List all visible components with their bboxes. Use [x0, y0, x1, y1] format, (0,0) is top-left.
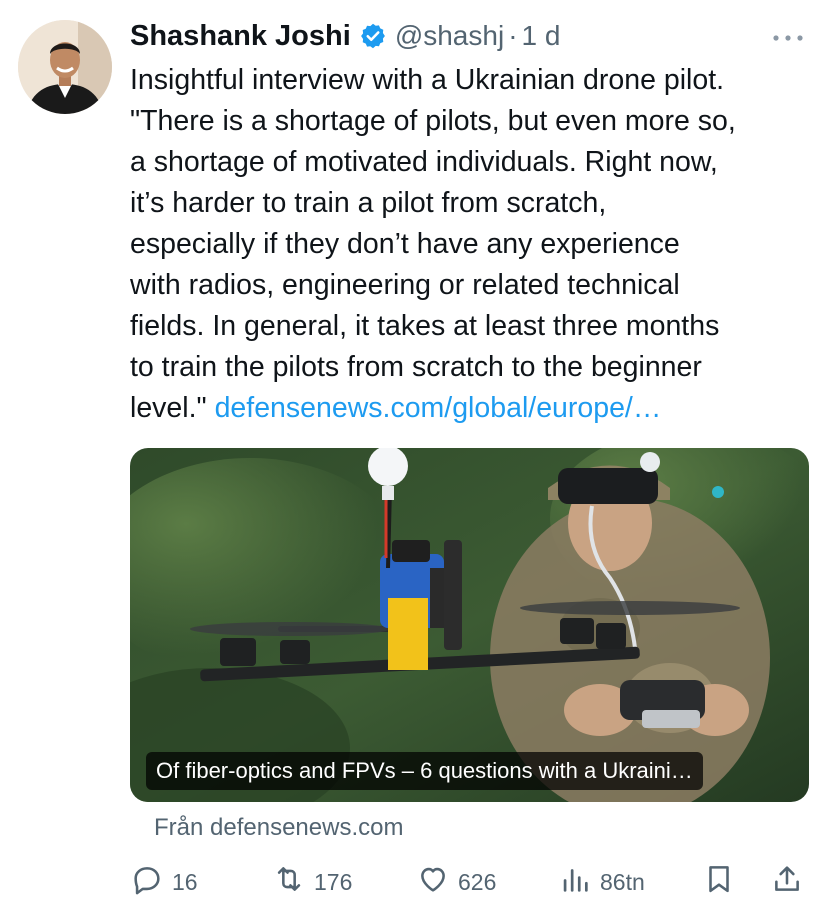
views-count: 86tn — [600, 868, 645, 895]
tweet-text-line: especially if they don’t have any experi… — [130, 228, 680, 260]
retweet-count: 176 — [314, 868, 353, 895]
reply-button[interactable]: 16 — [130, 860, 198, 904]
tweet-text-last-line: level." defensenews.com/global/europe/… — [130, 388, 820, 429]
tweet-text-line: "There is a shortage of pilots, but even… — [130, 105, 736, 137]
tweet-text-line: it’s harder to train a pilot from scratc… — [130, 187, 607, 219]
views-chart-icon — [558, 862, 592, 902]
tweet-text: Insightful interview with a Ukrainian dr… — [130, 60, 820, 429]
retweet-icon — [272, 862, 306, 902]
article-link[interactable]: defensenews.com/global/europe/… — [215, 392, 662, 424]
like-count: 626 — [458, 868, 497, 895]
bookmark-icon — [702, 862, 736, 902]
tweet-header: Shashank Joshi @shashj · 1 d — [130, 14, 808, 58]
tweet-actions: 16 176 626 86tn — [130, 860, 810, 904]
tweet-text-last-prefix: level." — [130, 392, 215, 424]
tweet-timestamp[interactable]: 1 d — [522, 20, 561, 52]
header-separator: · — [508, 20, 518, 51]
verified-badge-icon — [359, 22, 387, 50]
author-handle[interactable]: @shashj — [395, 20, 504, 52]
share-button[interactable] — [770, 860, 804, 904]
tweet-text-line: fields. In general, it takes at least th… — [130, 310, 720, 342]
like-button[interactable]: 626 — [416, 860, 496, 904]
tweet-text-line: Insightful interview with a Ukrainian dr… — [130, 64, 725, 96]
share-icon — [770, 862, 804, 902]
retweet-button[interactable]: 176 — [272, 860, 352, 904]
link-card[interactable]: Of fiber-optics and FPVs – 6 questions w… — [130, 448, 809, 802]
card-caption: Of fiber-optics and FPVs – 6 questions w… — [146, 752, 703, 790]
reply-icon — [130, 862, 164, 902]
card-image — [130, 448, 809, 802]
bookmark-button[interactable] — [702, 860, 736, 904]
heart-icon — [416, 862, 450, 902]
tweet-text-line: a shortage of motivated individuals. Rig… — [130, 146, 718, 178]
more-options-icon[interactable] — [768, 18, 808, 54]
views-button[interactable]: 86tn — [558, 860, 645, 904]
author-avatar[interactable] — [18, 20, 112, 114]
card-source[interactable]: Från defensenews.com — [154, 814, 403, 842]
tweet-text-line: to train the pilots from scratch to the … — [130, 351, 702, 383]
reply-count: 16 — [172, 868, 198, 895]
tweet-text-line: with radios, engineering or related tech… — [130, 269, 680, 301]
author-name[interactable]: Shashank Joshi — [130, 20, 351, 53]
